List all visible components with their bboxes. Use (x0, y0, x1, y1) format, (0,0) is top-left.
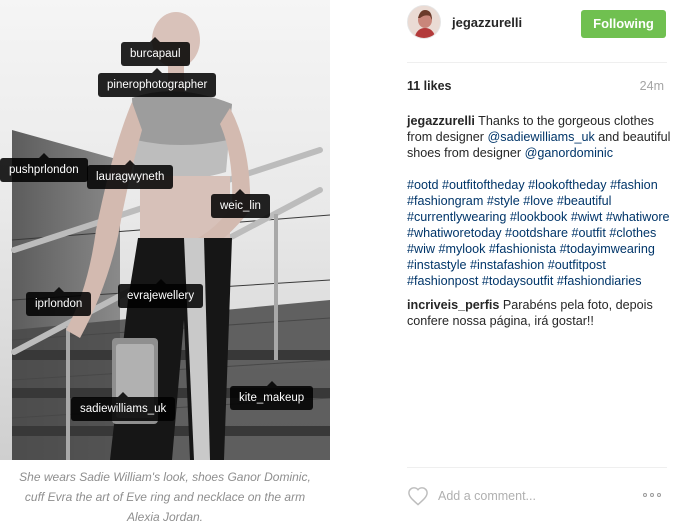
hashtag-link[interactable]: #love (523, 194, 553, 208)
hashtags-block: #ootd #outfitoftheday #lookoftheday #fas… (407, 177, 677, 289)
dot (643, 493, 647, 497)
avatar-image (408, 6, 440, 38)
mention-link[interactable]: @sadiewilliams_uk (488, 130, 595, 144)
hashtag-link[interactable]: #wiw (407, 242, 435, 256)
hashtag-link[interactable]: #lookbook (510, 210, 567, 224)
mention-link[interactable]: @ganordominic (525, 146, 613, 160)
hashtag-link[interactable]: #ootdshare (505, 226, 568, 240)
hashtag-link[interactable]: #wiwt (571, 210, 603, 224)
photo-tag[interactable]: weic_lin (211, 189, 270, 218)
photo-tag[interactable]: sadiewilliams_uk (71, 392, 176, 421)
following-button[interactable]: Following (581, 10, 666, 38)
post-time[interactable]: 24m (640, 79, 664, 93)
hashtag-link[interactable]: #currentlywearing (407, 210, 506, 224)
hashtag-link[interactable]: #outfitpost (548, 258, 606, 272)
likes-count[interactable]: 11 likes (407, 79, 452, 93)
post-header: jegazzurelli Following (330, 0, 694, 50)
hashtag-link[interactable]: #clothes (609, 226, 656, 240)
divider (407, 62, 667, 63)
hashtag-link[interactable]: #fashiongram (407, 194, 483, 208)
photo-tag[interactable]: iprlondon (26, 287, 92, 316)
heart-outline-icon[interactable] (407, 486, 429, 506)
post-photo[interactable]: burcapaul pinerophotographer pushprlondo… (0, 0, 330, 460)
photo-tag[interactable]: kite_makeup (230, 381, 314, 410)
hashtag-link[interactable]: #todayimwearing (560, 242, 655, 256)
hashtag-link[interactable]: #outfitoftheday (442, 178, 525, 192)
hashtag-link[interactable]: #beautiful (557, 194, 612, 208)
caption-comment: jegazzurelli Thanks to the gorgeous clot… (407, 113, 677, 161)
hashtag-link[interactable]: #instafashion (470, 258, 544, 272)
photo-tag[interactable]: lauragwyneth (87, 160, 174, 189)
post-username[interactable]: jegazzurelli (452, 15, 522, 30)
hashtag-link[interactable]: #instastyle (407, 258, 467, 272)
divider (407, 467, 667, 468)
hashtag-link[interactable]: #ootd (407, 178, 439, 192)
post-panel: jegazzurelli Following 11 likes 24m jega… (330, 0, 694, 530)
hashtag-link[interactable]: #todaysoutfit (482, 274, 553, 288)
hashtag-link[interactable]: #style (487, 194, 520, 208)
hashtag-link[interactable]: #fashiondiaries (557, 274, 642, 288)
hashtag-link[interactable]: #fashionpost (407, 274, 478, 288)
comment-username[interactable]: incriveis_perfis (407, 298, 499, 312)
avatar[interactable] (407, 5, 441, 39)
hashtag-link[interactable]: #outfit (572, 226, 606, 240)
photo-tag[interactable]: evrajewellery (118, 279, 204, 308)
photo-tag[interactable]: burcapaul (121, 37, 190, 66)
photo-caption: She wears Sadie William's look, shoes Ga… (19, 470, 311, 524)
more-options-icon[interactable] (643, 489, 667, 501)
hashtag-link[interactable]: #mylook (439, 242, 486, 256)
caption-username[interactable]: jegazzurelli (407, 114, 475, 128)
hashtag-link[interactable]: #lookoftheday (528, 178, 606, 192)
hashtag-link[interactable]: #whatiworetoday (407, 226, 502, 240)
photo-tag[interactable]: pinerophotographer (98, 68, 217, 97)
hashtag-link[interactable]: #fashionista (489, 242, 556, 256)
user-comment: incriveis_perfis Parabéns pela foto, dep… (407, 297, 677, 329)
photo-tag[interactable]: pushprlondon (0, 153, 88, 182)
dot (657, 493, 661, 497)
dot (650, 493, 654, 497)
hashtag-link[interactable]: #whatiwore (606, 210, 670, 224)
add-comment-input[interactable] (438, 487, 638, 505)
hashtag-link[interactable]: #fashion (610, 178, 658, 192)
comments-section: jegazzurelli Thanks to the gorgeous clot… (407, 113, 677, 329)
